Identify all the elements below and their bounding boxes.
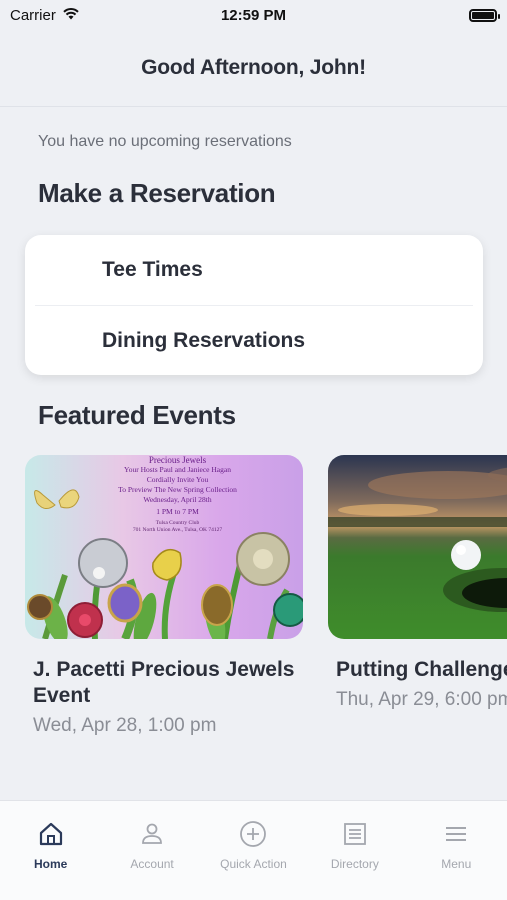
- no-reservations-message: You have no upcoming reservations: [38, 133, 292, 150]
- featured-events-title: Featured Events: [38, 400, 236, 430]
- flyer-line: Wednesday, April 28th: [143, 495, 212, 504]
- status-left: Carrier: [10, 7, 80, 24]
- event-card-putting[interactable]: Putting Challenge Thu, Apr 29, 6:00 pm: [328, 455, 507, 711]
- tab-menu[interactable]: Menu: [406, 801, 507, 900]
- tab-account[interactable]: Account: [102, 801, 203, 900]
- home-icon: [36, 819, 66, 849]
- carrier-label: Carrier: [10, 6, 56, 24]
- tab-bar: Home Account Quick Action Directory Menu: [0, 800, 507, 900]
- page-title: Good Afternoon, John!: [141, 56, 366, 79]
- flyer-line: 1 PM to 7 PM: [156, 507, 199, 516]
- event-title: Putting Challenge: [336, 658, 507, 681]
- flyer-venue: Tulsa Country Club: [155, 520, 200, 526]
- tab-label: Quick Action: [220, 857, 287, 871]
- status-bar: Carrier 12:59 PM: [0, 0, 507, 30]
- header: Good Afternoon, John!: [0, 30, 507, 107]
- reservation-card: Tee Times Dining Reservations: [25, 235, 483, 375]
- tab-label: Menu: [441, 857, 472, 871]
- event-image-jewels: Precious Jewels Your Hosts Paul and Jani…: [25, 455, 303, 639]
- flyer-address: 701 North Union Ave., Tulsa, OK 74127: [132, 527, 223, 533]
- event-image-putting: [328, 455, 507, 639]
- tab-label: Account: [130, 857, 174, 871]
- dining-reservations-button[interactable]: Dining Reservations: [25, 306, 483, 376]
- tab-label: Directory: [330, 857, 379, 871]
- events-carousel[interactable]: Precious Jewels Your Hosts Paul and Jani…: [0, 455, 507, 755]
- flyer-heading: Precious Jewels: [148, 455, 207, 465]
- make-reservation-title: Make a Reservation: [38, 178, 276, 208]
- menu-icon: [441, 819, 471, 849]
- directory-icon: [340, 819, 370, 849]
- event-date: Wed, Apr 28, 1:00 pm: [33, 715, 217, 736]
- tee-times-button[interactable]: Tee Times: [25, 235, 483, 305]
- event-flyer-text: Precious Jewels Your Hosts Paul and Jani…: [100, 455, 255, 534]
- user-icon: [137, 819, 167, 849]
- event-date: Thu, Apr 29, 6:00 pm: [336, 689, 507, 710]
- plus-circle-icon: [238, 819, 268, 849]
- event-title: J. Pacetti Precious Jewels Event: [33, 658, 295, 707]
- event-card-jewels[interactable]: Precious Jewels Your Hosts Paul and Jani…: [25, 455, 305, 737]
- flyer-line: To Preview The New Spring Collection: [118, 485, 237, 494]
- flyer-line: Your Hosts Paul and Janiece Hagan: [124, 465, 231, 474]
- flyer-line: Cordially Invite You: [146, 475, 209, 484]
- tab-home[interactable]: Home: [0, 801, 101, 900]
- battery-icon: [469, 8, 500, 22]
- tab-label: Home: [34, 857, 68, 871]
- tab-quick-action[interactable]: Quick Action: [203, 801, 304, 900]
- wifi-icon: [62, 7, 80, 24]
- tab-directory[interactable]: Directory: [304, 801, 405, 900]
